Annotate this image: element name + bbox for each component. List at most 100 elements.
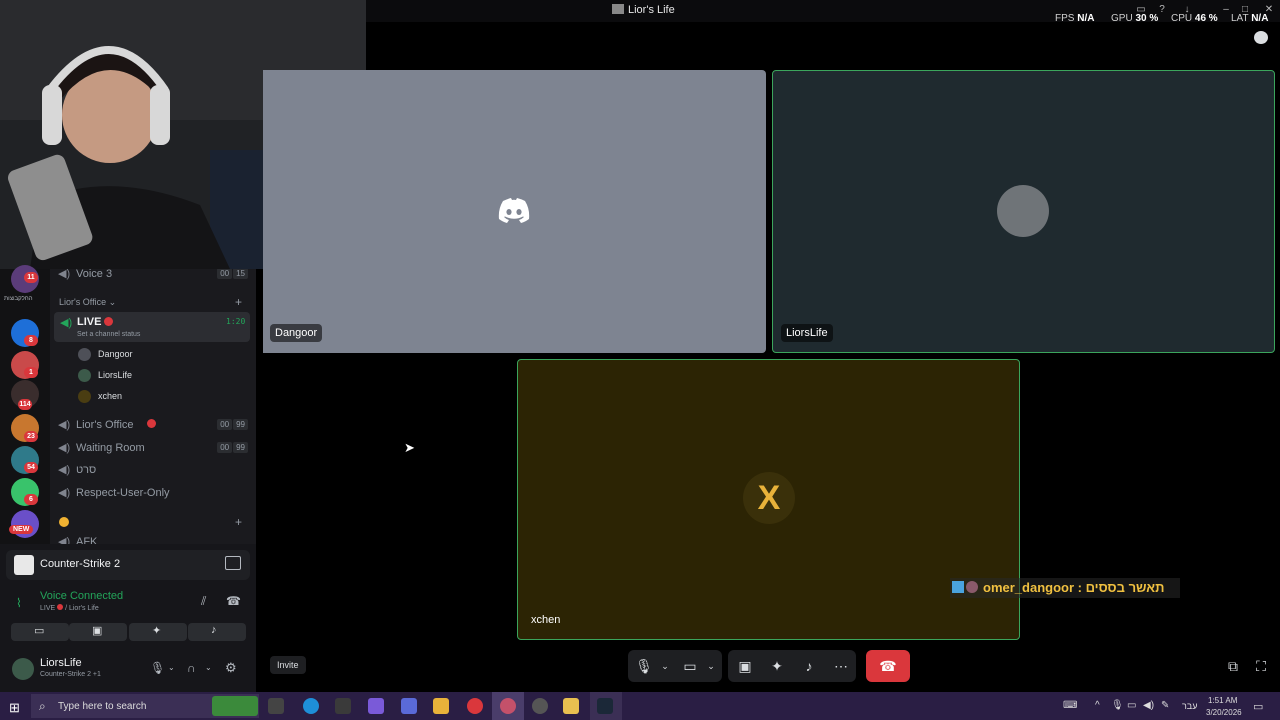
microphone-tray-icon[interactable]: 🎙 (1111, 700, 1124, 711)
speaker-icon: ◀) (58, 464, 71, 476)
file-explorer-icon[interactable] (433, 698, 449, 714)
chevron-down-icon[interactable]: ⌄ (205, 663, 212, 672)
volume-icon[interactable]: ◀) (1143, 700, 1154, 711)
voice-channel-hebrew[interactable]: ◀) סרט (58, 463, 96, 476)
voice-channel-waiting-room[interactable]: ◀) Waiting Room (58, 441, 145, 454)
voice-status[interactable]: Voice Connected (40, 590, 123, 602)
app-icon[interactable] (563, 698, 579, 714)
clock-time[interactable]: 1:51 AM (1208, 696, 1237, 705)
chat-bubble-icon[interactable] (1254, 31, 1268, 44)
chat-avatar-icon (966, 581, 978, 593)
channel-name: סרט (76, 464, 97, 476)
add-channel-icon[interactable]: + (235, 295, 242, 309)
video-tile-xchen[interactable]: X xchen (517, 359, 1020, 640)
speaker-icon: ◀) (58, 442, 71, 454)
search-highlight-image (212, 696, 258, 716)
edge-icon[interactable] (303, 698, 319, 714)
noise-suppression-icon[interactable]: ⫽ (201, 594, 206, 609)
camera-off-icon[interactable]: ▭ (679, 656, 701, 676)
category-header[interactable]: Lior's Office ⌄ (59, 297, 116, 308)
help-icon[interactable]: ? (1155, 3, 1169, 17)
stream-preview-icon[interactable] (225, 556, 241, 570)
copilot-icon[interactable] (368, 698, 384, 714)
more-options-icon[interactable]: ⋯ (830, 656, 852, 676)
server-folder-label: החלקבוצות (4, 296, 33, 302)
microphone-icon[interactable]: 🎙 (633, 656, 655, 676)
mention-badge: 1 (24, 367, 38, 378)
discord-logo-icon (498, 198, 530, 223)
chevron-up-icon[interactable]: ^ (1095, 700, 1100, 711)
chrome-icon[interactable] (467, 698, 483, 714)
server-rail: 11 החלקבוצות 8 1 114 23 54 6 NEW (0, 265, 50, 544)
tile-label: LiorsLife (781, 324, 833, 342)
member-dangoor[interactable]: Dangoor (98, 349, 133, 359)
avatar (78, 348, 91, 361)
voice-channel-afk[interactable]: ◀) AFK (58, 535, 97, 544)
disconnect-icon[interactable]: ☎ (226, 594, 241, 608)
voice-channel-voice3[interactable]: ◀) Voice 3 (58, 269, 112, 280)
inbox-icon[interactable]: ▭ (1134, 3, 1148, 17)
maximize-icon[interactable]: □ (1238, 3, 1252, 17)
cs2-taskbar-icon[interactable] (532, 698, 548, 714)
notifications-icon[interactable]: ▭ (1253, 700, 1263, 713)
avatar[interactable] (12, 658, 34, 680)
video-tile-dangoor[interactable] (366, 70, 766, 353)
gpu-label: GPU (1111, 13, 1133, 24)
windows-start-icon[interactable]: ⊞ (9, 700, 20, 716)
voice-channel-respect[interactable]: ◀) Respect-User-Only (58, 486, 170, 499)
pop-out-icon[interactable]: ⧉ (1222, 656, 1244, 676)
mention-badge: 6 (24, 494, 38, 505)
user-max: 99 (233, 419, 248, 430)
fps-label: FPS (1055, 13, 1075, 24)
screen-share-icon: ▣ (92, 625, 103, 637)
channel-status[interactable]: Set a channel status (77, 331, 140, 338)
settings-gear-icon[interactable]: ⚙ (225, 660, 237, 676)
voice-channel-name: LIVE (40, 605, 56, 612)
soundboard-button[interactable] (188, 623, 246, 641)
member-liorslife[interactable]: LiorsLife (98, 370, 132, 380)
username[interactable]: LiorsLife (40, 657, 82, 669)
chevron-down-icon[interactable]: ⌄ (654, 656, 676, 676)
keyboard-icon[interactable]: ⌨ (1063, 700, 1077, 711)
network-icon[interactable]: ▭ (1127, 700, 1136, 711)
avatar (78, 369, 91, 382)
user-count: 00 (217, 419, 233, 430)
live-duration: 1:20 (226, 317, 246, 326)
store-icon[interactable] (335, 698, 351, 714)
channel-name: AFK (76, 536, 98, 544)
clock-date[interactable]: 3/20/2026 (1206, 708, 1242, 717)
member-xchen[interactable]: xchen (98, 391, 122, 401)
task-view-icon[interactable] (268, 698, 284, 714)
user-limit: 00 99 (216, 442, 248, 453)
emoji-category-icon[interactable] (59, 517, 69, 527)
end-call-button[interactable]: ☎ (866, 650, 910, 682)
add-channel-icon[interactable]: + (235, 515, 242, 529)
chevron-down-icon[interactable]: ⌄ (700, 656, 722, 676)
video-tile-liorslife[interactable]: LiorsLife (772, 70, 1275, 353)
close-icon[interactable]: ✕ (1262, 3, 1276, 17)
activities-icon[interactable]: ✦ (766, 656, 788, 676)
pen-icon[interactable]: ✎ (1161, 700, 1169, 711)
speaker-icon: ◀) (58, 269, 71, 280)
chat-message: omer_dangoor : תאשר בססים (983, 580, 1165, 595)
microphone-icon[interactable]: 🎙 (150, 661, 165, 675)
voice-channel-liors-office[interactable]: ◀) Lior's Office (58, 418, 134, 431)
steam-icon[interactable] (597, 698, 613, 714)
mouse-cursor: ➤ (404, 440, 415, 455)
chrome-profile-icon[interactable] (500, 698, 516, 714)
invite-button[interactable]: Invite (270, 656, 306, 674)
live-dot-icon (104, 317, 113, 326)
user-limit: 00 15 (216, 269, 248, 279)
screen-share-icon[interactable]: ▣ (734, 656, 756, 676)
user-max: 15 (233, 269, 248, 279)
soundboard-icon[interactable]: ♪ (798, 656, 820, 676)
language-indicator[interactable]: עבר (1182, 701, 1197, 711)
fullscreen-icon[interactable]: ⛶ (1250, 656, 1272, 676)
minimize-icon[interactable]: – (1219, 3, 1233, 17)
chevron-down-icon[interactable]: ⌄ (168, 663, 175, 672)
download-icon[interactable]: ↓ (1180, 3, 1194, 17)
camera-off-icon: ▭ (34, 625, 45, 637)
headphones-icon[interactable]: ∩ (187, 661, 196, 675)
fps-stat: FPS N/A (1055, 13, 1094, 24)
copilot-app-icon[interactable] (401, 698, 417, 714)
